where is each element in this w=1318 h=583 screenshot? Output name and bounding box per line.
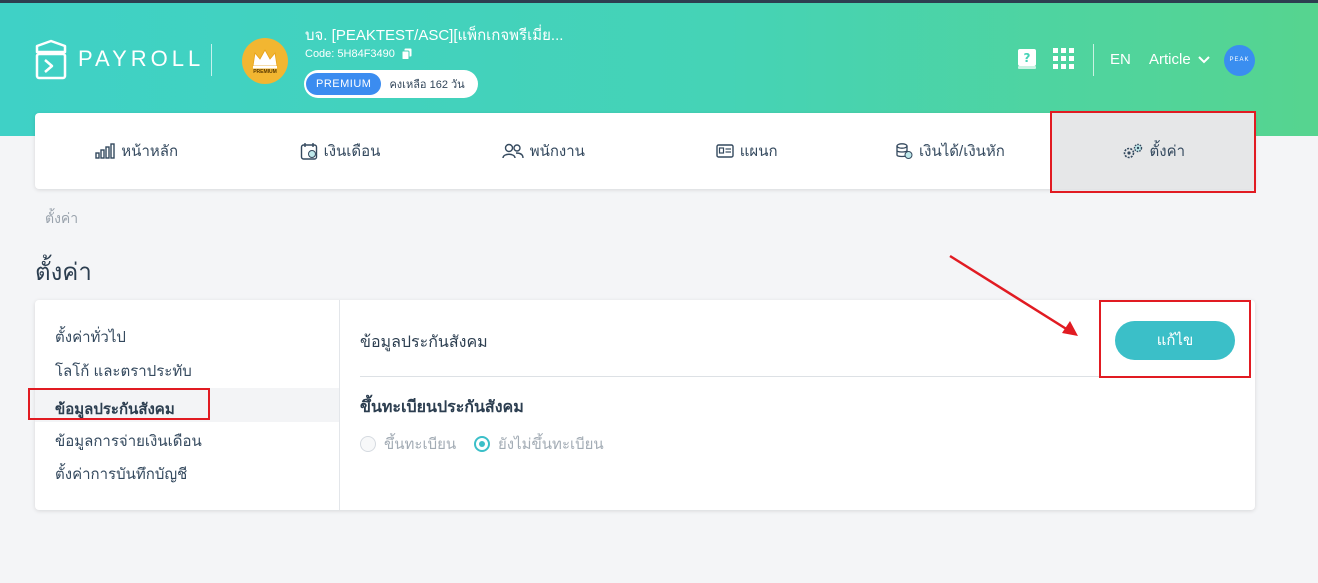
nav-label: พนักงาน [529, 143, 585, 160]
apps-grid-icon[interactable] [1053, 48, 1074, 69]
chart-bars-icon [95, 143, 115, 159]
nav-label: เงินได้/เงินหัก [919, 143, 1005, 160]
plan-pill: PREMIUM คงเหลือ 162 วัน [304, 70, 478, 98]
coins-icon [895, 142, 913, 160]
nav-item-salary[interactable]: เงินเดือน [238, 113, 441, 189]
header-right-divider [1093, 44, 1094, 76]
payroll-logo[interactable]: PAYROLL [34, 38, 204, 80]
logo-text: PAYROLL [78, 46, 205, 71]
badge-caption: PREMIUM [253, 69, 277, 75]
user-name: Article [1149, 51, 1191, 68]
crown-icon [252, 49, 278, 69]
nav-item-employees[interactable]: พนักงาน [442, 113, 645, 189]
sidebar-item-accounting[interactable]: ตั้งค่าการบันทึกบัญชี [55, 462, 187, 486]
subsection-title: ขึ้นทะเบียนประกันสังคม [360, 399, 524, 416]
people-icon [502, 143, 524, 159]
plan-remaining-days: คงเหลือ 162 วัน [389, 79, 465, 91]
premium-badge-image: PREMIUM [242, 38, 288, 84]
calendar-money-icon [300, 142, 318, 160]
radio-button[interactable] [360, 436, 376, 452]
help-book-icon[interactable]: ? [1017, 48, 1037, 70]
nav-item-income-deduction[interactable]: เงินได้/เงินหัก [848, 113, 1051, 189]
page-title: ตั้งค่า [35, 259, 92, 286]
nav-item-departments[interactable]: แผนก [645, 113, 848, 189]
avatar[interactable]: PEAK [1224, 45, 1255, 76]
language-switch[interactable]: EN [1110, 51, 1131, 68]
company-code: Code: 5H84F3490 [305, 48, 395, 60]
radio-not-registered[interactable]: ยังไม่ขึ้นทะเบียน [474, 432, 604, 456]
sidebar-item-general[interactable]: ตั้งค่าทั่วไป [55, 325, 126, 349]
payroll-logo-icon [35, 39, 67, 80]
nav-label: เงินเดือน [323, 143, 381, 160]
radio-label: ยังไม่ขึ้นทะเบียน [498, 436, 604, 453]
annotation-box-settings-tab [1050, 111, 1256, 193]
header-divider [211, 44, 212, 76]
section-title: ข้อมูลประกันสังคม [360, 334, 488, 351]
nav-label: แผนก [739, 143, 778, 160]
company-name[interactable]: บจ. [PEAKTEST/ASC][แพ็กเกจพรีเมี่ย... [305, 23, 563, 47]
annotation-box-sidebar-item [28, 388, 210, 420]
sidebar-item-salary-payment[interactable]: ข้อมูลการจ่ายเงินเดือน [55, 429, 202, 453]
nav-label: หน้าหลัก [121, 143, 179, 160]
company-code-row: Code: 5H84F3490 [305, 48, 413, 60]
annotation-box-edit-button [1099, 300, 1251, 378]
chevron-down-icon [1197, 55, 1210, 63]
user-menu[interactable]: Article [1149, 51, 1210, 68]
radio-registered[interactable]: ขึ้นทะเบียน [360, 432, 456, 456]
svg-text:?: ? [1024, 51, 1031, 65]
nav-item-home[interactable]: หน้าหลัก [35, 113, 238, 189]
annotation-arrow-icon [949, 254, 1078, 336]
breadcrumb[interactable]: ตั้งค่า [45, 208, 78, 230]
premium-badge: PREMIUM [306, 73, 382, 95]
id-card-icon [716, 144, 734, 158]
radio-button-checked[interactable] [474, 436, 490, 452]
radio-label: ขึ้นทะเบียน [384, 436, 457, 453]
sidebar-item-logo-stamp[interactable]: โลโก้ และตราประทับ [55, 359, 192, 383]
copy-icon[interactable] [401, 48, 413, 60]
